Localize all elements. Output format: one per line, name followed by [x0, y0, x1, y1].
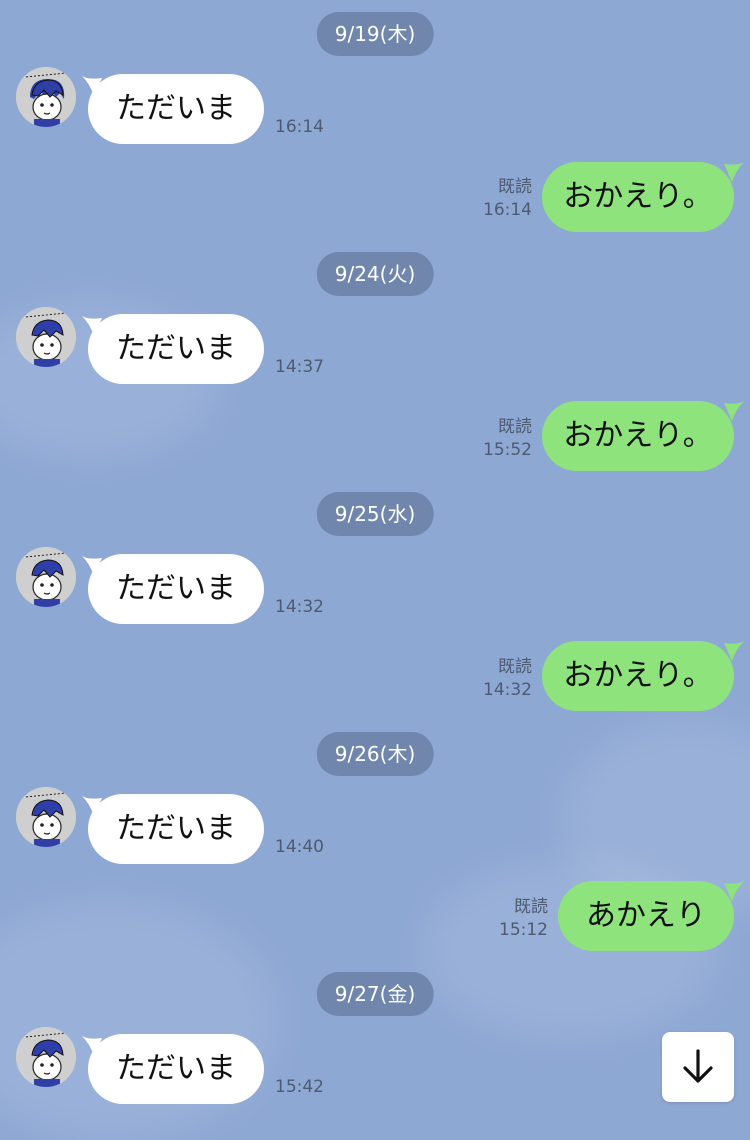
- date-separator: 9/24(火): [316, 252, 434, 296]
- bubble-tail: [724, 881, 744, 901]
- incoming-message[interactable]: ただいま: [88, 794, 264, 864]
- read-receipt: 既読 15:12: [499, 897, 548, 940]
- bubble-tail: [724, 162, 744, 182]
- avatar[interactable]: [16, 307, 76, 367]
- date-separator: 9/26(木): [316, 732, 434, 776]
- avatar[interactable]: [16, 547, 76, 607]
- chat-area[interactable]: 9/19(木) ただいま 16:14 既読 16:14 おかえり。 9/24(火…: [0, 0, 750, 1117]
- read-receipt: 既読 15:52: [483, 417, 532, 460]
- cartoon-character-avatar: [16, 547, 76, 607]
- date-separator: 9/27(金): [316, 972, 434, 1016]
- cartoon-character-avatar: [16, 787, 76, 847]
- incoming-message[interactable]: ただいま: [88, 1034, 264, 1104]
- cartoon-character-avatar: [16, 307, 76, 367]
- message-time: 14:32: [275, 597, 324, 617]
- message-time: 14:37: [275, 357, 324, 377]
- avatar[interactable]: [16, 787, 76, 847]
- message-time: 16:14: [275, 117, 324, 137]
- incoming-message[interactable]: ただいま: [88, 554, 264, 624]
- outgoing-message[interactable]: おかえり。: [542, 162, 734, 232]
- bubble-tail: [724, 641, 744, 661]
- read-receipt: 既読 16:14: [483, 177, 532, 220]
- avatar[interactable]: [16, 67, 76, 127]
- incoming-message[interactable]: ただいま: [88, 74, 264, 144]
- scroll-to-bottom-button[interactable]: [662, 1032, 734, 1102]
- outgoing-message[interactable]: あかえり: [558, 881, 734, 951]
- date-separator: 9/25(水): [316, 492, 434, 536]
- cartoon-character-avatar: [16, 1027, 76, 1087]
- read-receipt: 既読 14:32: [483, 657, 532, 700]
- message-time: 15:42: [275, 1077, 324, 1097]
- message-time: 14:40: [275, 837, 324, 857]
- outgoing-message[interactable]: おかえり。: [542, 641, 734, 711]
- avatar[interactable]: [16, 1027, 76, 1087]
- bubble-tail: [724, 401, 744, 421]
- arrow-down-icon: [683, 1049, 713, 1083]
- date-separator: 9/19(木): [316, 12, 434, 56]
- outgoing-message[interactable]: おかえり。: [542, 401, 734, 471]
- cartoon-character-avatar: [16, 67, 76, 127]
- incoming-message[interactable]: ただいま: [88, 314, 264, 384]
